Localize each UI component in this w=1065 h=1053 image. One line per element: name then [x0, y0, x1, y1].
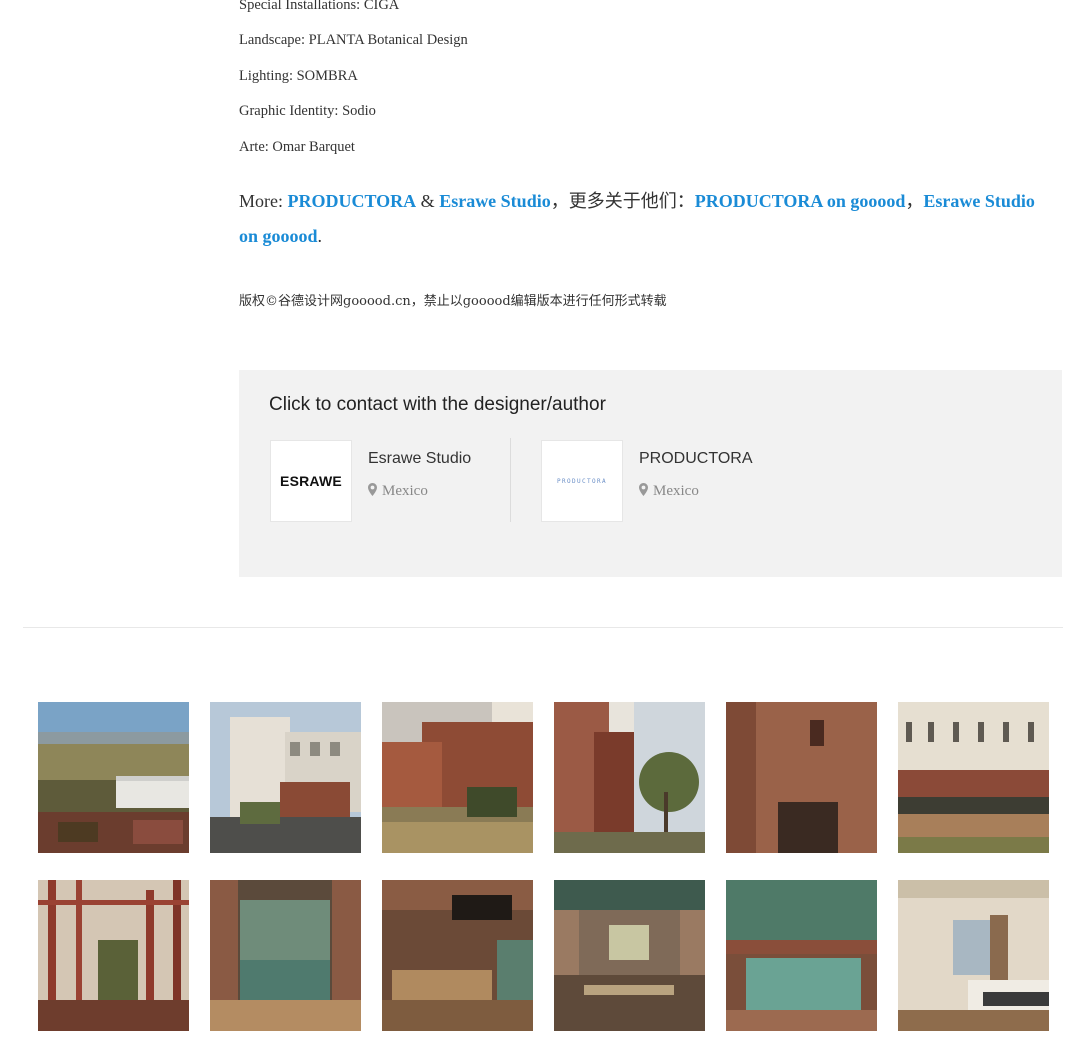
aerial-landscape-image	[38, 702, 189, 853]
gallery-thumb-white-building[interactable]	[210, 702, 361, 853]
copyright-notice: 版权©谷德设计网gooood.cn，禁止以gooood编辑版本进行任何形式转载	[239, 294, 667, 309]
more-links-paragraph: More: PRODUCTORA & Esrawe Studio，更多关于他们：…	[239, 184, 1039, 254]
gallery-thumb-hotel-bedroom[interactable]	[898, 880, 1049, 1031]
gallery-thumb-brick-tower[interactable]	[554, 702, 705, 853]
restaurant-image	[554, 880, 705, 1031]
ampersand: &	[416, 191, 440, 211]
project-credits: Special Installations: CIGA Landscape: P…	[239, 0, 1039, 165]
designer-location-text: Mexico	[653, 483, 699, 499]
gallery-thumb-lounge[interactable]	[382, 880, 533, 1031]
credit-line: Arte: Omar Barquet	[239, 138, 355, 155]
gallery-thumb-red-lattice[interactable]	[38, 880, 189, 1031]
hotel-facade-image	[898, 702, 1049, 853]
productora-on-gooood-link[interactable]: PRODUCTORA on gooood	[695, 191, 906, 211]
esrawe-logo-text: ESRAWE	[280, 473, 342, 489]
esrawe-logo[interactable]: ESRAWE	[270, 440, 352, 522]
green-tile-bar-image	[726, 880, 877, 1031]
card-divider	[510, 438, 511, 522]
designer-location: Mexico	[368, 483, 428, 500]
gallery-thumb-green-tile-bar[interactable]	[726, 880, 877, 1031]
gallery-thumb-brick-facade[interactable]	[726, 702, 877, 853]
contact-title: Click to contact with the designer/autho…	[269, 394, 606, 415]
map-pin-icon	[639, 483, 648, 496]
green-tile-lobby-image	[210, 880, 361, 1031]
productora-logo-text: PRODUCTORA	[556, 477, 608, 485]
more-prefix: More:	[239, 191, 288, 211]
productora-link[interactable]: PRODUCTORA	[288, 191, 417, 211]
lounge-image	[382, 880, 533, 1031]
productora-logo[interactable]: PRODUCTORA	[541, 440, 623, 522]
designer-location-text: Mexico	[382, 483, 428, 499]
designer-location: Mexico	[639, 483, 699, 500]
designer-name[interactable]: PRODUCTORA	[639, 450, 753, 468]
gallery-thumb-hotel-facade[interactable]	[898, 702, 1049, 853]
contact-designer-panel: Click to contact with the designer/autho…	[239, 370, 1062, 577]
gallery-thumb-green-tile-lobby[interactable]	[210, 880, 361, 1031]
hotel-bedroom-image	[898, 880, 1049, 1031]
more-middle-text: ，更多关于他们：	[550, 191, 695, 211]
designer-name[interactable]: Esrawe Studio	[368, 450, 471, 468]
gallery-thumb-restaurant[interactable]	[554, 880, 705, 1031]
red-lattice-image	[38, 880, 189, 1031]
credit-line: Lighting: SOMBRA	[239, 67, 358, 84]
white-building-image	[210, 702, 361, 853]
credit-line: Landscape: PLANTA Botanical Design	[239, 32, 468, 49]
designer-card-esrawe[interactable]: ESRAWE Esrawe Studio Mexico	[270, 440, 500, 522]
map-pin-icon	[368, 483, 377, 496]
brick-cube-image	[382, 702, 533, 853]
credit-line: Graphic Identity: Sodio	[239, 103, 376, 120]
section-divider	[23, 627, 1063, 628]
gallery-thumb-brick-cube[interactable]	[382, 702, 533, 853]
designer-card-productora[interactable]: PRODUCTORA PRODUCTORA Mexico	[541, 440, 781, 522]
brick-facade-image	[726, 702, 877, 853]
gallery-thumb-aerial-landscape[interactable]	[38, 702, 189, 853]
comma: ，	[905, 191, 924, 211]
esrawe-studio-link[interactable]: Esrawe Studio	[439, 191, 551, 211]
more-suffix: .	[317, 226, 323, 246]
credit-line: Special Installations: CIGA	[239, 0, 400, 13]
brick-tower-image	[554, 702, 705, 853]
